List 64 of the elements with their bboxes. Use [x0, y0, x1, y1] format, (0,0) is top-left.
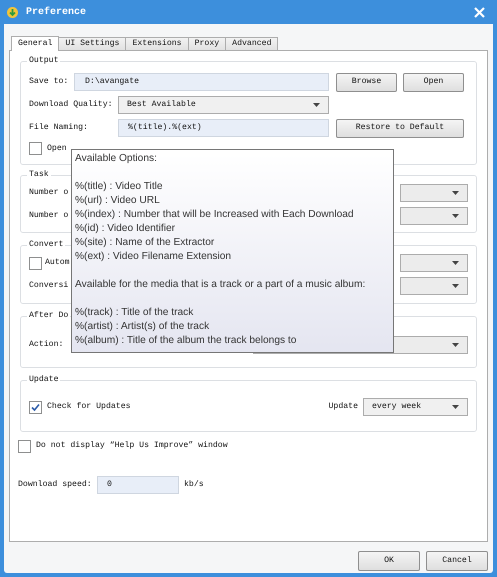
checkbox-label: Open — [47, 142, 67, 155]
tooltip-line: %(ext) : Video Filename Extension — [75, 250, 232, 264]
dropdown[interactable] — [400, 207, 468, 226]
group-title: Task — [28, 169, 50, 181]
checkbox[interactable] — [29, 400, 42, 414]
speed-field[interactable]: 0 — [97, 476, 179, 494]
button[interactable]: Browse — [336, 72, 397, 92]
checkbox[interactable] — [29, 142, 42, 156]
checkbox-label: Autom — [45, 257, 70, 270]
caret-icon — [452, 261, 459, 266]
button[interactable]: Cancel — [426, 551, 488, 571]
tooltip-line: %(url) : Video URL — [75, 194, 161, 208]
group-title: Output — [28, 55, 60, 67]
check-icon — [31, 402, 40, 412]
tab[interactable]: Advanced — [225, 37, 278, 50]
tooltip-line: Available for the media that is a track or a part of a music album: — [75, 278, 366, 292]
field-label: Number o — [29, 187, 68, 200]
tab[interactable]: Extensions — [125, 37, 189, 50]
caret-icon — [452, 191, 459, 196]
button[interactable]: OK — [358, 551, 420, 571]
tooltip-line: %(album) : Title of the album the track belongs to — [75, 334, 298, 348]
tab[interactable]: Proxy — [188, 37, 226, 50]
caret-icon — [452, 284, 459, 288]
field-label: Conversi — [29, 280, 68, 292]
field-label: Update — [328, 401, 358, 414]
caret-icon — [452, 214, 459, 218]
tooltip-line: %(index) : Number that will be Increased with Each Download — [75, 208, 355, 222]
field-label: Action: — [29, 339, 64, 352]
field-label: Save to: — [29, 76, 70, 88]
checkbox-label: Do not display “Help Us Improve” window — [36, 440, 228, 452]
close-icon[interactable] — [474, 6, 485, 18]
field-label: Download Quality: — [29, 99, 114, 112]
tooltip-line: %(title) : Video Title — [75, 180, 164, 194]
path-field[interactable]: D:\avangate — [74, 73, 329, 92]
checkbox[interactable] — [18, 440, 31, 453]
caret-icon — [452, 405, 459, 410]
group-title: Convert — [28, 239, 64, 251]
field-label: Download speed: — [18, 478, 93, 491]
tab[interactable]: UI Settings — [58, 37, 126, 50]
quality-dropdown[interactable]: Best Available — [118, 96, 329, 114]
checkbox[interactable] — [29, 256, 42, 270]
dropdown[interactable] — [400, 184, 468, 202]
button[interactable]: Open — [403, 72, 464, 92]
group-title: After Do — [28, 310, 70, 322]
tooltip-line: %(id) : Video Identifier — [75, 222, 176, 236]
caret-icon — [313, 103, 320, 108]
dropdown[interactable] — [400, 254, 468, 272]
field-label: Number o — [29, 210, 68, 222]
download-icon — [7, 6, 18, 18]
checkbox-label: Check for Updates — [47, 401, 131, 414]
tooltip-line: Available Options: — [75, 152, 158, 166]
tooltip-line: %(track) : Title of the track — [75, 306, 194, 320]
unit-label: kb/s — [184, 478, 204, 491]
button[interactable]: Restore to Default — [336, 118, 464, 138]
dropdown[interactable] — [400, 277, 468, 296]
group-title: Update — [28, 374, 60, 386]
caret-icon — [452, 343, 459, 348]
naming-field[interactable]: %(title).%(ext) — [118, 119, 329, 138]
update-dropdown[interactable]: every week — [363, 398, 468, 416]
tooltip-line: %(artist) : Artist(s) of the track — [75, 320, 210, 334]
tooltip-line: %(site) : Name of the Extractor — [75, 236, 216, 250]
field-label: File Naming: — [29, 122, 89, 134]
tab[interactable]: General — [11, 36, 60, 51]
window-title: Preference — [26, 6, 86, 20]
